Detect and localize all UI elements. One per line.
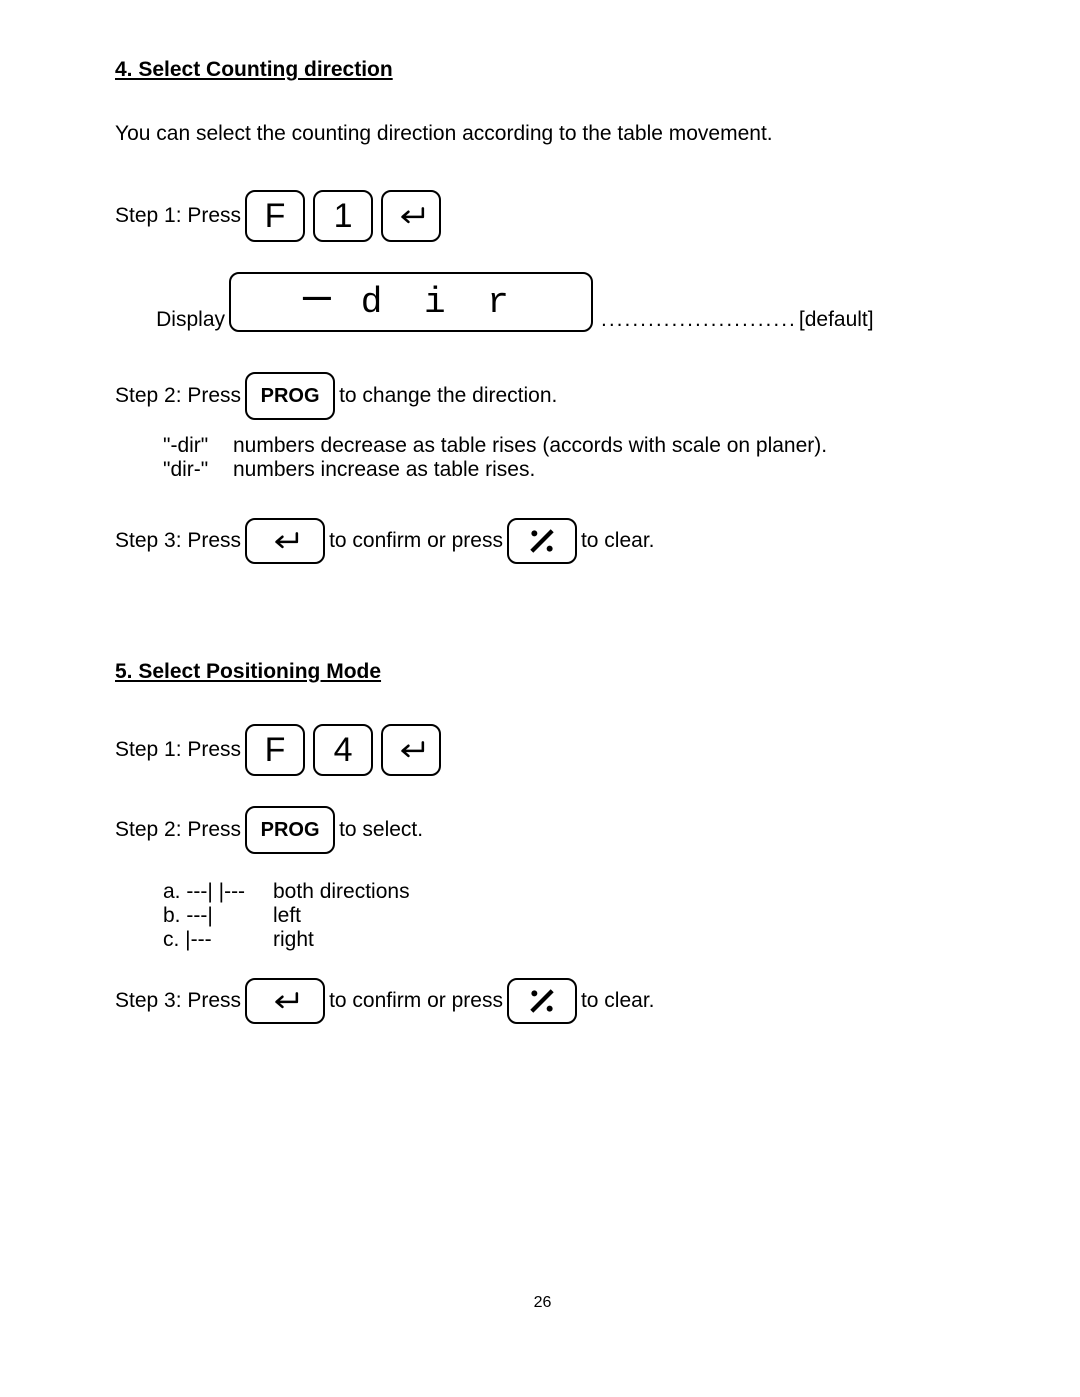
mode-b-opt: b. ---|: [163, 904, 273, 928]
sec4-display-label: Display: [115, 308, 225, 332]
key-enter-icon: [381, 724, 441, 776]
key-enter-icon: [381, 190, 441, 242]
key-cancel-icon: [507, 518, 577, 564]
sec5-step3-mid: to confirm or press: [329, 989, 503, 1013]
key-prog: PROG: [245, 372, 335, 420]
key-f: F: [245, 190, 305, 242]
dots: .........................: [601, 308, 797, 332]
key-enter-icon: [245, 978, 325, 1024]
section-4-heading: 4. Select Counting direction: [115, 58, 970, 82]
sec4-step3-mid: to confirm or press: [329, 529, 503, 553]
section-4-intro: You can select the counting direction ac…: [115, 122, 970, 146]
sec5-step2-label: Step 2: Press: [115, 818, 241, 842]
def-dir-neg-desc: numbers increase as table rises.: [233, 458, 535, 482]
mode-a-opt: a. ---| |---: [163, 880, 273, 904]
sec5-step2-after: to select.: [339, 818, 423, 842]
key-enter-icon: [245, 518, 325, 564]
def-dir-neg-term: "dir-": [163, 458, 233, 482]
section-5-heading: 5. Select Positioning Mode: [115, 660, 970, 684]
sec4-step2-label: Step 2: Press: [115, 384, 241, 408]
mode-c-opt: c. |---: [163, 928, 273, 952]
sec4-step1-label: Step 1: Press: [115, 204, 241, 228]
key-1: 1: [313, 190, 373, 242]
display-box: —d i r: [229, 272, 593, 332]
sec5-step1-label: Step 1: Press: [115, 738, 241, 762]
sec5-step3-label: Step 3: Press: [115, 989, 241, 1013]
sec5-step3-after: to clear.: [581, 989, 655, 1013]
key-f: F: [245, 724, 305, 776]
key-cancel-icon: [507, 978, 577, 1024]
def-neg-dir-desc: numbers decrease as table rises (accords…: [233, 434, 827, 458]
page-number: 26: [115, 1294, 970, 1312]
mode-c-desc: right: [273, 928, 314, 952]
key-prog: PROG: [245, 806, 335, 854]
sec4-step3-label: Step 3: Press: [115, 529, 241, 553]
key-4: 4: [313, 724, 373, 776]
mode-b-desc: left: [273, 904, 301, 928]
mode-a-desc: both directions: [273, 880, 410, 904]
default-label: [default]: [799, 308, 874, 332]
display-value: d i r: [361, 282, 519, 323]
sec4-step2-after: to change the direction.: [339, 384, 557, 408]
sec4-step3-after: to clear.: [581, 529, 655, 553]
def-neg-dir-term: "-dir": [163, 434, 233, 458]
